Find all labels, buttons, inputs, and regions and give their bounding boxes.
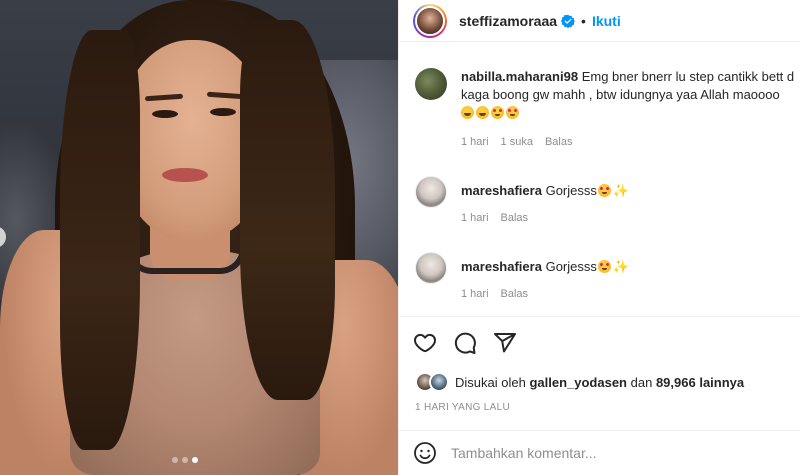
photo-eye-left: [152, 110, 178, 118]
comment-text: mareshafiera Gorjesss ✨: [461, 252, 800, 276]
heart-eyes-emoji-icon: [506, 106, 519, 119]
reply-button[interactable]: Balas: [501, 212, 529, 224]
heart-eyes-emoji-icon: [491, 106, 504, 119]
comment-input[interactable]: Tambahkan komentar...: [451, 445, 597, 461]
carousel-dot: [182, 457, 188, 463]
comment-text: mareshafiera Gorjesss ✨: [461, 176, 800, 200]
commenter-avatar[interactable]: [415, 68, 447, 100]
follow-button[interactable]: Ikuti: [592, 13, 621, 29]
photo-lips: [162, 168, 208, 182]
commenter-avatar[interactable]: [415, 252, 447, 284]
photo-hair-left: [60, 30, 140, 450]
comment-icon[interactable]: [453, 331, 477, 355]
photo-collar: [126, 248, 246, 274]
comments-list[interactable]: nabilla.maharani98 Emg bner bnerr lu ste…: [399, 52, 800, 316]
liker-avatars[interactable]: [415, 372, 451, 392]
comment-item: mareshafiera Gorjesss ✨ 1 hari Balas: [399, 252, 800, 300]
add-comment-bar: Tambahkan komentar...: [399, 430, 800, 475]
laughing-emoji-icon: [461, 106, 474, 119]
photo-eye-right: [210, 108, 236, 116]
emoji-picker-icon[interactable]: [413, 441, 437, 465]
comment-username[interactable]: nabilla.maharani98: [461, 69, 578, 84]
post-actions: [399, 316, 800, 368]
comment-meta: 1 hari 1 suka Balas: [461, 136, 800, 148]
comment-like-count[interactable]: 1 suka: [501, 136, 533, 148]
heart-icon[interactable]: [413, 331, 437, 355]
reply-button[interactable]: Balas: [501, 288, 529, 300]
heart-eyes-emoji-icon: [597, 184, 611, 197]
share-icon[interactable]: [493, 331, 517, 355]
comment-time[interactable]: 1 hari: [461, 136, 489, 148]
likes-others-count[interactable]: 89,966 lainnya: [656, 375, 744, 390]
likes-first-user[interactable]: gallen_yodasen: [529, 375, 627, 390]
likes-prefix: Disukai oleh: [455, 374, 526, 390]
post-header: steffizamoraaa • Ikuti: [399, 0, 800, 42]
comment-body-line1: Emg bner bnerr lu step cantikk bett d: [581, 69, 795, 84]
comment-username[interactable]: mareshafiera: [461, 183, 542, 198]
header-separator: •: [581, 12, 586, 29]
comment-time[interactable]: 1 hari: [461, 288, 489, 300]
post-photo[interactable]: [0, 0, 398, 475]
liker-avatar: [429, 372, 449, 392]
laughing-emoji-icon: [476, 106, 489, 119]
comment-meta: 1 hari Balas: [461, 212, 800, 224]
comment-item: nabilla.maharani98 Emg bner bnerr lu ste…: [399, 68, 800, 148]
author-username[interactable]: steffizamoraaa: [459, 13, 557, 29]
verified-badge-icon: [561, 14, 576, 28]
author-avatar[interactable]: [413, 3, 447, 38]
comment-item: mareshafiera Gorjesss ✨ 1 hari Balas: [399, 176, 800, 224]
commenter-avatar[interactable]: [415, 176, 447, 208]
likes-summary: Disukai oleh gallen_yodasen dan 89,966 l…: [415, 372, 744, 392]
reply-button[interactable]: Balas: [545, 136, 573, 148]
photo-hair-right: [240, 20, 335, 400]
carousel-dot: [172, 457, 178, 463]
likes-conjunction: dan: [630, 374, 653, 390]
comment-username[interactable]: mareshafiera: [461, 259, 542, 274]
comment-time[interactable]: 1 hari: [461, 212, 489, 224]
post-timestamp[interactable]: 1 HARI YANG LALU: [415, 402, 510, 413]
comment-text: nabilla.maharani98 Emg bner bnerr lu ste…: [461, 68, 800, 86]
comment-meta: 1 hari Balas: [461, 288, 800, 300]
comment-body: Gorjesss: [545, 183, 597, 198]
comment-body-line2: kaga boong gw mahh , btw idungnya yaa Al…: [461, 87, 780, 102]
carousel-dots: [172, 457, 198, 463]
carousel-dot-active: [192, 457, 198, 463]
heart-eyes-emoji-icon: [597, 260, 611, 273]
comment-body: Gorjesss: [545, 259, 597, 274]
post-sidebar: steffizamoraaa • Ikuti nabilla.maharani9…: [398, 0, 800, 475]
sparkles-emoji-icon: ✨: [612, 183, 630, 198]
sparkles-emoji-icon: ✨: [612, 259, 630, 274]
comment-emojis: [461, 104, 800, 122]
